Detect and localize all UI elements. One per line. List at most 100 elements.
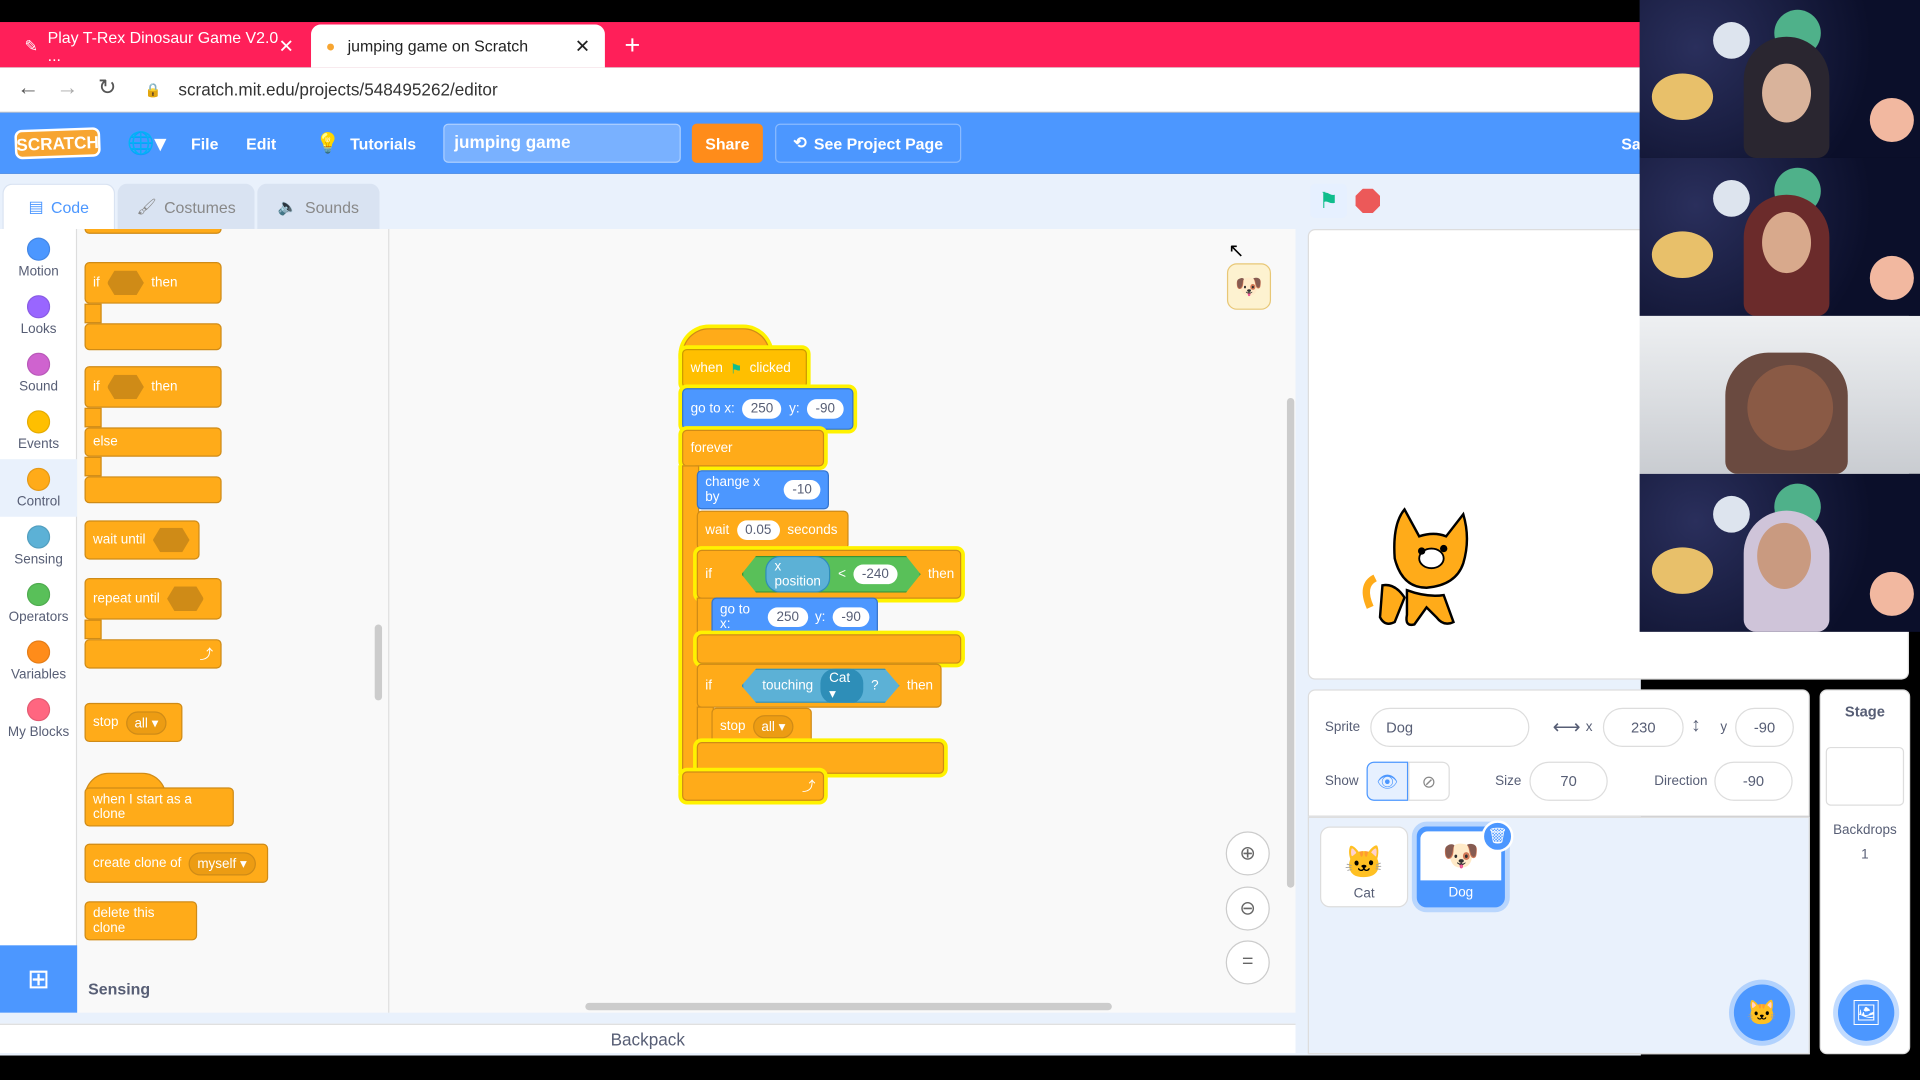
scratch-logo[interactable]: SCRATCH (14, 127, 101, 160)
palette-if-then-block[interactable]: if then (84, 262, 222, 304)
zoom-in-icon[interactable]: ⊕ (1225, 831, 1270, 876)
workspace-horizontal-scrollbar[interactable] (585, 1002, 1112, 1011)
hide-sprite-eye-icon[interactable]: ⊘ (1408, 761, 1450, 801)
project-title-input[interactable]: jumping game (443, 123, 681, 163)
remix-arrows-icon: ⟲ (793, 133, 807, 152)
cat-sprite-icon[interactable] (1358, 500, 1487, 635)
palette-if-else-block[interactable]: if then (84, 366, 222, 408)
size-input[interactable]: 70 (1529, 761, 1608, 801)
category-looks[interactable]: Looks (0, 287, 77, 345)
stop-dropdown[interactable]: all ▾ (752, 714, 794, 738)
stop-dropdown[interactable]: all ▾ (125, 710, 168, 735)
category-events[interactable]: Events (0, 402, 77, 460)
show-sprite-eye-icon[interactable]: 👁 (1366, 761, 1409, 801)
category-my-blocks[interactable]: My Blocks (0, 689, 77, 747)
x-label: x (1585, 720, 1593, 735)
wait-input[interactable]: 0.05 (736, 520, 780, 541)
backdrop-thumbnail[interactable] (1825, 746, 1905, 806)
change-x-block[interactable]: change x by -10 (696, 470, 829, 510)
direction-input[interactable]: -90 (1714, 761, 1793, 801)
zoom-reset-icon[interactable]: = (1225, 940, 1270, 985)
palette-stop-block[interactable]: stop all ▾ (84, 702, 183, 743)
clone-target-dropdown[interactable]: myself ▾ (188, 851, 256, 875)
stop-all-block[interactable]: stop all ▾ (711, 707, 812, 745)
category-operators[interactable]: Operators (0, 574, 77, 632)
palette-delete-clone-block[interactable]: delete this clone (84, 901, 198, 941)
share-button[interactable]: Share (691, 123, 763, 163)
cat-add-icon: 🐱 (1746, 999, 1778, 1027)
url-field[interactable]: 🔒 scratch.mit.edu/projects/548495262/edi… (144, 73, 1626, 105)
x-input[interactable]: 250 (742, 399, 782, 419)
tab-costumes[interactable]: 🖌 Costumes (117, 183, 255, 229)
planet-icon (1651, 73, 1714, 121)
category-sensing[interactable]: Sensing (0, 517, 77, 575)
palette-section-label: Sensing (88, 979, 151, 998)
forever-foot: ⤴ (682, 771, 825, 801)
save-menu-truncated[interactable]: Sa (1621, 113, 1640, 174)
close-icon[interactable]: ✕ (575, 35, 590, 57)
change-x-input[interactable]: -10 (783, 480, 821, 500)
choose-backdrop-button[interactable]: 🖼 (1837, 984, 1895, 1041)
palette-scrollbar[interactable] (374, 624, 383, 701)
touching-sensor[interactable]: touching Cat ▾ ? (741, 669, 899, 703)
workspace-vertical-scrollbar[interactable] (1286, 397, 1295, 888)
forward-icon[interactable]: → (56, 75, 78, 101)
palette-create-clone-block[interactable]: create clone of myself ▾ (84, 843, 269, 883)
see-project-page-button[interactable]: ⟲ See Project Page (775, 123, 962, 163)
when-flag-clicked-block[interactable]: when ⚑ clicked (682, 348, 807, 389)
palette-wait-until-block[interactable]: wait until (84, 520, 200, 560)
category-label: Sensing (14, 551, 63, 567)
goto-xy-block[interactable]: go to x: 250 y: -90 (711, 597, 878, 637)
create-clone-label: create clone of (93, 855, 182, 871)
compare-input[interactable]: -240 (853, 564, 897, 584)
wait-block[interactable]: wait 0.05 seconds (696, 510, 849, 550)
close-icon[interactable]: ✕ (278, 35, 293, 57)
palette-repeat-until-block[interactable]: repeat until (84, 577, 222, 620)
forever-block[interactable]: forever (682, 429, 825, 467)
file-menu[interactable]: File (191, 113, 218, 174)
y-input[interactable]: -90 (806, 399, 844, 419)
category-motion[interactable]: Motion (0, 229, 77, 287)
if-touching-block[interactable]: if touching Cat ▾ ? then (696, 663, 942, 708)
sprite-thumb-cat[interactable]: 🐱 Cat (1320, 826, 1409, 908)
x-position-input[interactable]: 230 (1602, 707, 1684, 747)
condition-slot (107, 270, 144, 296)
if-xposition-block[interactable]: if x position < -240 then (696, 549, 962, 599)
new-tab-icon[interactable]: + (624, 29, 640, 61)
backpack-bar[interactable]: Backpack (0, 1023, 1296, 1054)
x-position-reporter[interactable]: x position (765, 556, 831, 593)
sprite-name-input[interactable]: Dog (1370, 707, 1530, 747)
category-variables[interactable]: Variables (0, 632, 77, 690)
y-position-input[interactable]: -90 (1735, 707, 1794, 747)
stop-option: all (134, 715, 148, 731)
x-input[interactable]: 250 (767, 607, 808, 627)
category-sound[interactable]: Sound (0, 344, 77, 402)
language-globe-icon[interactable]: 🌐▾ (127, 113, 166, 174)
repeat-until-label: repeat until (93, 591, 160, 607)
tab-code[interactable]: ▤ Code (2, 183, 116, 229)
y-input[interactable]: -90 (832, 607, 870, 627)
green-flag-icon[interactable]: ⚑ (1310, 183, 1347, 218)
add-extension-button[interactable]: ⊞ (0, 945, 78, 1013)
tutorials-button[interactable]: 💡 Tutorials (316, 113, 416, 174)
backdrops-count: 1 (1861, 847, 1869, 863)
palette-when-clone-block[interactable]: when I start as a clone (84, 787, 234, 827)
touch-target-dropdown[interactable]: Cat ▾ (821, 668, 864, 704)
then-label: then (906, 678, 934, 694)
category-control[interactable]: Control (0, 459, 78, 517)
choose-sprite-button[interactable]: 🐱 (1733, 984, 1791, 1041)
trash-icon[interactable]: 🗑 (1481, 820, 1514, 853)
less-than-operator[interactable]: x position < -240 (741, 556, 920, 593)
browser-tab-scratch[interactable]: ● jumping game on Scratch ✕ (311, 24, 605, 68)
category-menu: Motion Looks Sound Events Control Sensing Oper… (0, 228, 78, 1013)
browser-tab-trex[interactable]: ✎ Play T-Rex Dinosaur Game V2.0 ... ✕ (10, 24, 309, 67)
back-icon[interactable]: ← (17, 75, 39, 101)
tab-sounds[interactable]: 🔈 Sounds (257, 183, 380, 229)
reload-icon[interactable]: ↻ (98, 75, 116, 101)
edit-menu[interactable]: Edit (246, 113, 276, 174)
goto-xy-block[interactable]: go to x: 250 y: -90 (682, 388, 854, 430)
zoom-out-icon[interactable]: ⊖ (1225, 886, 1270, 931)
sprite-name-label: Sprite (1324, 720, 1361, 735)
palette-block-partial[interactable] (84, 228, 222, 234)
lock-icon: 🔒 (144, 82, 162, 98)
